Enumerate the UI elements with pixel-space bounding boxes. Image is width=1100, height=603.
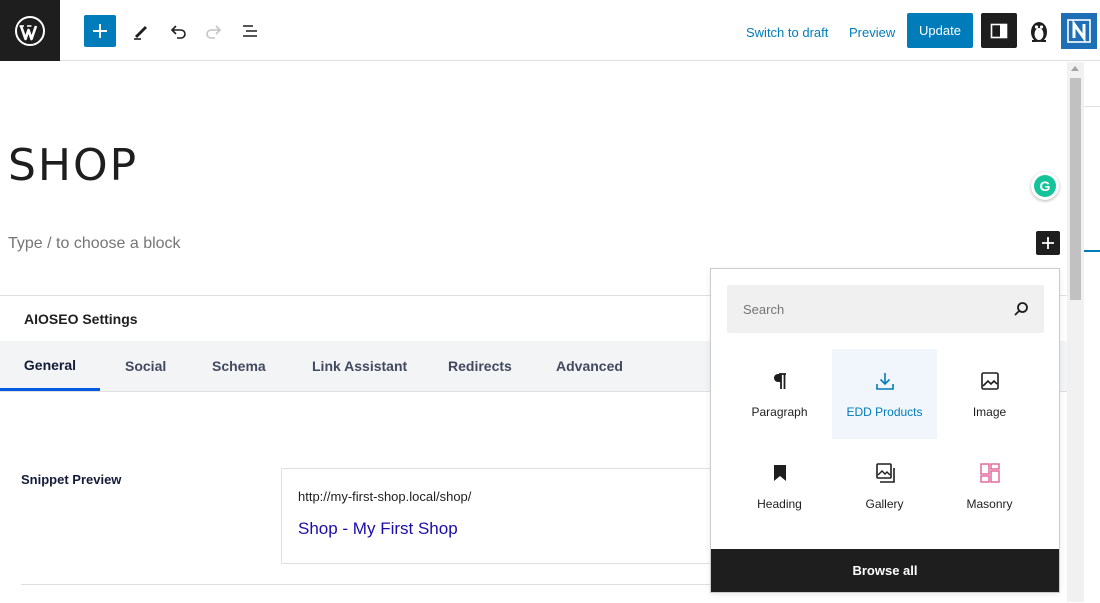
redo-button[interactable] — [198, 15, 230, 47]
block-heading[interactable]: Heading — [727, 441, 832, 531]
plus-icon — [93, 24, 107, 38]
browse-all-button[interactable]: Browse all — [711, 549, 1059, 592]
block-inserter-popover: Search Paragraph EDD Products Image Head… — [710, 268, 1060, 593]
divider — [21, 584, 741, 585]
divider — [1084, 106, 1100, 107]
list-view-icon — [243, 25, 257, 37]
post-title[interactable]: SHOP — [8, 140, 138, 191]
block-placeholder[interactable]: Type / to choose a block — [8, 235, 181, 253]
tab-general[interactable]: General — [0, 341, 100, 391]
settings-sidebar-button[interactable] — [981, 13, 1017, 48]
download-icon — [873, 369, 897, 393]
snippet-title: Shop - My First Shop — [298, 519, 458, 538]
block-image[interactable]: Image — [937, 349, 1042, 439]
sidebar-edge — [1084, 62, 1100, 602]
search-placeholder: Search — [743, 302, 785, 317]
grammarly-g-icon: G — [1034, 175, 1056, 197]
tab-link-assistant[interactable]: Link Assistant — [312, 341, 407, 391]
scroll-up-arrow-icon[interactable] — [1071, 66, 1079, 71]
editor-scrollbar[interactable] — [1067, 62, 1084, 602]
block-paragraph[interactable]: Paragraph — [727, 349, 832, 439]
pencil-icon — [134, 26, 147, 40]
redo-icon — [206, 25, 222, 39]
block-label: Gallery — [865, 497, 904, 511]
gallery-icon — [873, 461, 897, 485]
plus-icon — [1042, 237, 1054, 249]
update-button[interactable]: Update — [907, 13, 973, 48]
switch-to-draft-button[interactable]: Switch to draft — [746, 15, 828, 49]
scrollbar-thumb[interactable] — [1070, 78, 1081, 300]
block-edd-products[interactable]: EDD Products — [832, 349, 937, 439]
tab-social[interactable]: Social — [125, 341, 166, 391]
n-plugin-logo-icon[interactable] — [1061, 13, 1097, 49]
block-label: EDD Products — [846, 405, 923, 419]
editor-toolbar: Switch to draft Preview Update — [0, 0, 1100, 61]
wordpress-logo-icon[interactable] — [0, 0, 60, 61]
block-inserter-button[interactable] — [1036, 231, 1060, 255]
block-search-input[interactable]: Search — [727, 285, 1044, 333]
block-label: Paragraph — [751, 405, 808, 419]
block-label: Image — [972, 405, 1007, 419]
block-label: Heading — [757, 497, 802, 511]
edit-tools-button[interactable] — [125, 15, 157, 47]
block-masonry[interactable]: Masonry — [937, 441, 1042, 531]
grammarly-icon[interactable]: G — [1031, 172, 1059, 200]
paragraph-icon — [768, 369, 792, 393]
tab-advanced[interactable]: Advanced — [556, 341, 623, 391]
document-overview-button[interactable] — [234, 15, 266, 47]
image-icon — [978, 369, 1002, 393]
snippet-url: http://my-first-shop.local/shop/ — [298, 489, 472, 504]
masonry-icon — [978, 461, 1002, 485]
snippet-preview-label: Snippet Preview — [21, 472, 122, 487]
aioseo-title[interactable]: AIOSEO Settings — [24, 311, 138, 327]
add-block-button[interactable] — [84, 15, 116, 47]
tab-redirects[interactable]: Redirects — [448, 341, 512, 391]
search-icon — [1014, 302, 1028, 316]
active-tab-indicator — [1084, 250, 1100, 252]
undo-button[interactable] — [162, 15, 194, 47]
penguin-plugin-icon[interactable] — [1024, 13, 1054, 48]
undo-icon — [170, 25, 186, 39]
snippet-preview: http://my-first-shop.local/shop/ Shop - … — [281, 468, 731, 564]
block-label: Masonry — [966, 497, 1013, 511]
tab-schema[interactable]: Schema — [212, 341, 266, 391]
bookmark-icon — [768, 461, 792, 485]
sidebar-icon — [990, 23, 1008, 38]
block-gallery[interactable]: Gallery — [832, 441, 937, 531]
preview-button[interactable]: Preview — [849, 15, 895, 49]
